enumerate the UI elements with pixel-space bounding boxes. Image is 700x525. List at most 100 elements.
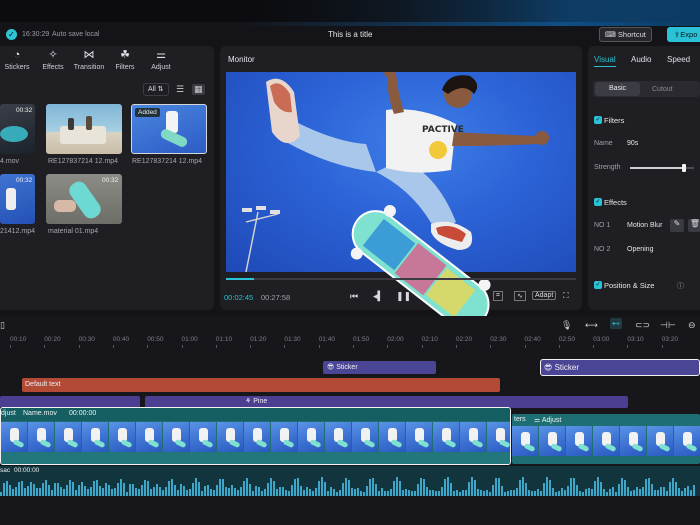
waveform-bar <box>6 481 8 496</box>
waveform-bar <box>309 489 311 496</box>
fullscreen-icon[interactable]: ⛶ <box>563 291 569 301</box>
strength-handle[interactable] <box>682 164 687 172</box>
waveform-bar <box>177 489 179 496</box>
waveform-bar <box>408 489 410 496</box>
waveform-bar <box>684 487 686 496</box>
effects-checkbox[interactable]: ✓ <box>594 198 602 206</box>
waveform-bar <box>195 478 197 496</box>
position-heading: Position & Size <box>604 281 655 290</box>
tool-transition[interactable]: ⋈ Transition <box>72 49 106 71</box>
waveform-bar <box>393 481 395 496</box>
sticker-clip[interactable]: 😎 Sticker <box>323 361 436 374</box>
filters-checkbox[interactable]: ✓ <box>594 116 602 124</box>
waveform-bar <box>516 487 518 496</box>
waveform-bar <box>285 490 287 496</box>
waveform-bar <box>66 484 68 496</box>
position-info-icon[interactable]: ⓘ <box>677 281 684 291</box>
video-frame <box>487 422 510 452</box>
frame-skateboard <box>66 438 79 449</box>
ruler-tick <box>558 345 560 348</box>
waveform-bar <box>459 491 461 496</box>
waveform-icon[interactable]: ∿ <box>514 291 526 301</box>
effects-icon: ✧ <box>48 49 58 61</box>
split-icon[interactable]: ⊣⊢ <box>660 320 676 331</box>
waveform-bar <box>402 489 404 496</box>
waveform-bar <box>234 488 236 496</box>
adapt-button[interactable]: Adapt <box>532 291 557 300</box>
stickers-icon: ◔ <box>13 49 21 61</box>
tab-audio[interactable]: Audio <box>631 55 651 64</box>
main-video-clip[interactable]: djust Name.mov 00:00:00 <box>0 407 511 465</box>
crop-icon[interactable]: ⌗ <box>493 291 503 301</box>
waveform-bar <box>435 491 437 496</box>
timeline-ruler[interactable]: 00:10 00:20 00:30 00:40 00:50 01:00 01:10 01:20… <box>0 334 700 348</box>
ruler-tick <box>627 345 629 348</box>
tab-visual[interactable]: Visual <box>594 55 616 64</box>
adjust-icon: ⚌ <box>534 417 541 424</box>
media-thumb-3[interactable]: Added <box>131 104 207 154</box>
step-back-icon[interactable]: ◂▍ <box>373 291 384 302</box>
filter-icon: ⚘ <box>245 398 252 405</box>
tab-speed[interactable]: Speed <box>667 55 690 64</box>
zoom-out-icon[interactable]: ⊖ <box>688 320 696 331</box>
strength-slider[interactable] <box>630 164 694 172</box>
effects-heading: Effects <box>604 198 627 207</box>
audio-clip[interactable]: sac 00:00:00 <box>0 466 700 496</box>
waveform-bar <box>0 492 2 496</box>
list-view-icon[interactable]: ☰ <box>176 84 184 95</box>
tool-adjust[interactable]: ⚌ Adjust <box>148 49 174 71</box>
ruler-tick <box>421 345 423 348</box>
waveform-bar <box>414 491 416 496</box>
sticker-clip-selected[interactable]: 😎 Sticker <box>540 359 700 376</box>
subtab-basic[interactable]: Basic <box>595 82 640 96</box>
ruler-tick-label: 00:20 <box>44 336 61 343</box>
waveform-bar <box>549 479 551 496</box>
video-frame <box>460 422 486 452</box>
effect-name: Motion Blur <box>627 222 663 229</box>
export-button[interactable]: ⇪Expo <box>667 27 700 42</box>
tool-effects[interactable]: ✧ Effects <box>40 49 66 71</box>
video-frame <box>28 422 54 452</box>
media-thumb-2[interactable] <box>46 104 122 154</box>
grid-view-icon[interactable]: ▦ <box>192 84 205 95</box>
delete-effect-icon[interactable]: 🗑 <box>688 219 700 232</box>
tool-filters[interactable]: ☘ Filters <box>112 49 138 71</box>
waveform-bar <box>231 485 233 496</box>
waveform-bar <box>537 488 539 496</box>
shortcut-button[interactable]: ⌨ Shortcut <box>599 27 652 42</box>
media-name: RE127837214 12.mp4 <box>48 158 119 165</box>
link-icon[interactable]: ⟷ <box>585 320 598 331</box>
waveform-bar <box>618 483 620 496</box>
snap-icon[interactable]: ⊷ <box>610 318 622 329</box>
waveform-bar <box>657 490 659 496</box>
waveform-bar <box>474 480 476 496</box>
pause-icon[interactable]: ❚❚ <box>396 291 411 302</box>
media-thumb-5[interactable]: 00:32 <box>46 174 122 224</box>
waveform-bar <box>297 478 299 496</box>
waveform-bar <box>681 490 683 496</box>
active-tab-indicator <box>594 66 616 67</box>
save-status: Auto save local <box>52 31 100 38</box>
second-video-clip[interactable]: ters ⚌ Adjust <box>512 414 700 464</box>
filters-heading: Filters <box>604 116 625 125</box>
media-thumb-4[interactable]: 00:32 <box>0 174 35 224</box>
waveform-bar <box>228 488 230 496</box>
ruler-tick-label: 01:40 <box>318 336 335 343</box>
tool-label: Transition <box>73 64 105 71</box>
video-frame <box>674 426 700 456</box>
filter-all-dropdown[interactable]: All ⇅ <box>143 83 169 96</box>
edit-effect-icon[interactable]: ✎ <box>670 219 684 232</box>
skip-back-icon[interactable]: ⏮ <box>350 291 358 302</box>
position-checkbox[interactable]: ✓ <box>594 281 602 289</box>
chain-icon[interactable]: ⊂⊃ <box>635 320 650 331</box>
microphone-icon[interactable]: 🎙 <box>561 320 572 331</box>
monitor-scrubber[interactable] <box>226 278 576 280</box>
timeline-select-icon[interactable]: ▯ <box>0 320 5 331</box>
frame-skateboard <box>498 438 510 449</box>
tool-stickers[interactable]: ◔ Stickers <box>4 49 30 71</box>
project-title[interactable]: This is a title <box>328 30 372 39</box>
waveform-bar <box>360 491 362 496</box>
media-thumb-1[interactable]: 00:32 <box>0 104 35 154</box>
subtab-cutout[interactable]: Cutout <box>652 86 673 93</box>
text-clip[interactable]: Default text <box>22 378 500 392</box>
